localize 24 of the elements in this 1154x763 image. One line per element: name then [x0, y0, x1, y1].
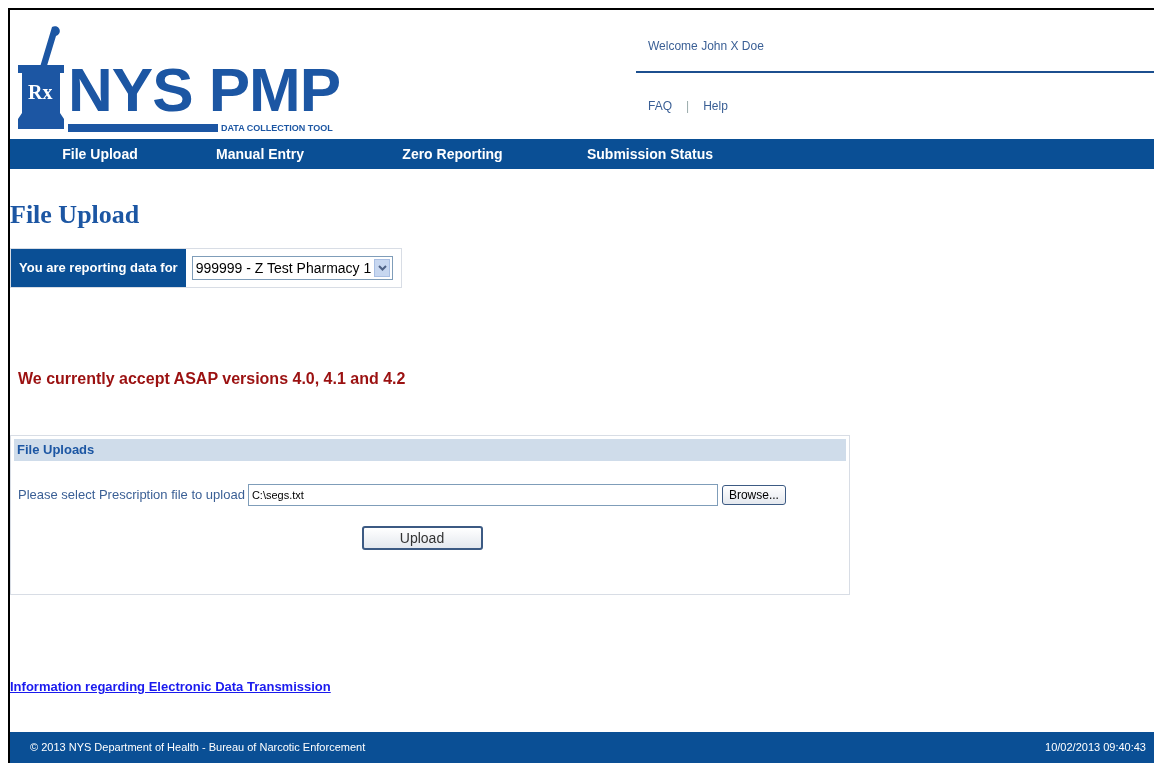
- welcome-text: Welcome John X Doe: [648, 39, 764, 53]
- copyright-text: © 2013 NYS Department of Health - Bureau of Narcotic Enforcement: [30, 740, 366, 756]
- logo-title: NYS PMP: [68, 59, 341, 120]
- timestamp-text: 10/02/2013 09:40:43: [1045, 740, 1146, 756]
- nav-link[interactable]: Zero Reporting: [330, 143, 575, 165]
- pharmacy-select[interactable]: 999999 - Z Test Pharmacy 1: [191, 256, 394, 280]
- notice-text: We currently accept ASAP versions 4.0, 4.1 and 4.2: [18, 369, 407, 389]
- reporting-label: You are reporting data for: [11, 249, 186, 287]
- nav-link[interactable]: Submission Status: [575, 143, 725, 165]
- file-path-field[interactable]: C:\segs.txt: [247, 484, 718, 506]
- faq-link[interactable]: FAQ: [648, 97, 672, 115]
- link-separator: |: [686, 98, 690, 115]
- logo-subtitle: DATA COLLECTION TOOL: [221, 121, 333, 135]
- dropdown-icon: [374, 259, 391, 277]
- file-field-label: Please select Prescription file to upload: [18, 486, 245, 505]
- rx-mark: Rx: [28, 80, 53, 105]
- upload-button[interactable]: Upload: [361, 526, 483, 550]
- nav-link[interactable]: Manual Entry: [190, 143, 330, 165]
- panel-heading: File Uploads: [14, 439, 846, 461]
- info-link[interactable]: Information regarding Electronic Data Transmission: [10, 677, 331, 697]
- browse-button[interactable]: Browse...: [721, 485, 786, 505]
- nav-link[interactable]: File Upload: [10, 143, 190, 165]
- help-link[interactable]: Help: [703, 97, 728, 115]
- page-title: File Upload: [10, 199, 141, 231]
